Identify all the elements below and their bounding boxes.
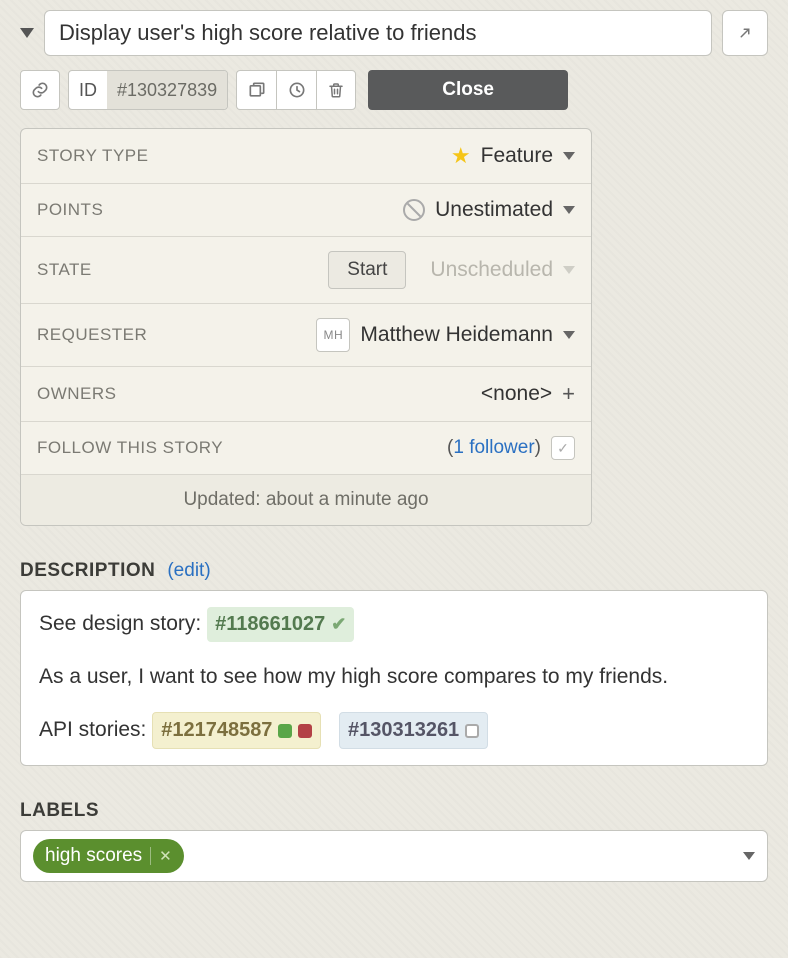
story-type-label: STORY TYPE [37, 146, 148, 166]
linked-story-chip[interactable]: #118661027 ✔ [207, 607, 354, 642]
owners-row[interactable]: OWNERS <none> + [21, 367, 591, 422]
description-heading: DESCRIPTION [20, 560, 155, 582]
linked-story-chip[interactable]: #130313261 [339, 712, 488, 749]
requester-row[interactable]: REQUESTER MH Matthew Heidemann [21, 304, 591, 367]
state-label: STATE [37, 260, 92, 280]
label-pill[interactable]: high scores ✕ [33, 839, 184, 873]
points-row[interactable]: POINTS Unestimated [21, 184, 591, 237]
description-text: As a user, I want to see how my high sco… [39, 662, 749, 692]
close-button[interactable]: Close [368, 70, 568, 110]
follow-checkbox[interactable]: ✓ [551, 436, 575, 460]
labels-heading: LABELS [20, 800, 99, 822]
id-value: #130327839 [107, 71, 227, 109]
chevron-down-icon [563, 331, 575, 339]
delete-button[interactable] [316, 70, 356, 110]
story-title-input[interactable] [44, 10, 712, 56]
clock-icon [287, 80, 307, 100]
expand-icon [736, 24, 754, 42]
remove-label-icon[interactable]: ✕ [150, 847, 172, 865]
link-icon [30, 80, 50, 100]
follow-row: FOLLOW THIS STORY (1 follower) ✓ [21, 422, 591, 475]
labels-input[interactable]: high scores ✕ [20, 830, 768, 882]
story-type-row[interactable]: STORY TYPE ★ Feature [21, 129, 591, 184]
chevron-down-icon[interactable] [563, 266, 575, 274]
points-label: POINTS [37, 200, 103, 220]
story-properties-panel: STORY TYPE ★ Feature POINTS Unestimated … [20, 128, 592, 526]
story-id-group[interactable]: ID #130327839 [68, 70, 228, 110]
owners-label: OWNERS [37, 384, 117, 404]
link-button[interactable] [20, 70, 60, 110]
unestimated-icon [403, 199, 425, 221]
check-icon: ✔ [331, 611, 346, 637]
status-square-icon [298, 724, 312, 738]
status-square-icon [278, 724, 292, 738]
points-value: Unestimated [435, 198, 553, 222]
owners-value: <none> [481, 382, 552, 406]
state-value: Unscheduled [430, 258, 553, 282]
story-type-value: Feature [481, 144, 553, 168]
id-label: ID [69, 80, 107, 101]
status-square-icon [465, 724, 479, 738]
history-button[interactable] [276, 70, 316, 110]
linked-story-chip[interactable]: #121748587 [152, 712, 321, 749]
collapse-toggle[interactable] [20, 28, 34, 38]
clone-button[interactable] [236, 70, 276, 110]
updated-timestamp: Updated: about a minute ago [21, 475, 591, 525]
followers-link[interactable]: 1 follower [453, 437, 534, 458]
description-body[interactable]: See design story: #118661027 ✔ As a user… [20, 590, 768, 766]
plus-icon[interactable]: + [562, 381, 575, 407]
requester-name: Matthew Heidemann [360, 323, 553, 347]
chevron-down-icon [563, 152, 575, 160]
chevron-down-icon [563, 206, 575, 214]
trash-icon [327, 80, 345, 100]
avatar: MH [316, 318, 350, 352]
expand-button[interactable] [722, 10, 768, 56]
state-row: STATE Start Unscheduled [21, 237, 591, 304]
description-text: API stories: [39, 718, 152, 741]
chevron-down-icon[interactable] [743, 852, 755, 860]
label-text: high scores [45, 845, 142, 867]
edit-description-link[interactable]: (edit) [167, 560, 210, 582]
requester-label: REQUESTER [37, 325, 147, 345]
start-button[interactable]: Start [328, 251, 406, 289]
star-icon: ★ [451, 143, 471, 169]
follow-label: FOLLOW THIS STORY [37, 438, 223, 458]
description-text: See design story: [39, 612, 207, 635]
clone-icon [247, 80, 267, 100]
